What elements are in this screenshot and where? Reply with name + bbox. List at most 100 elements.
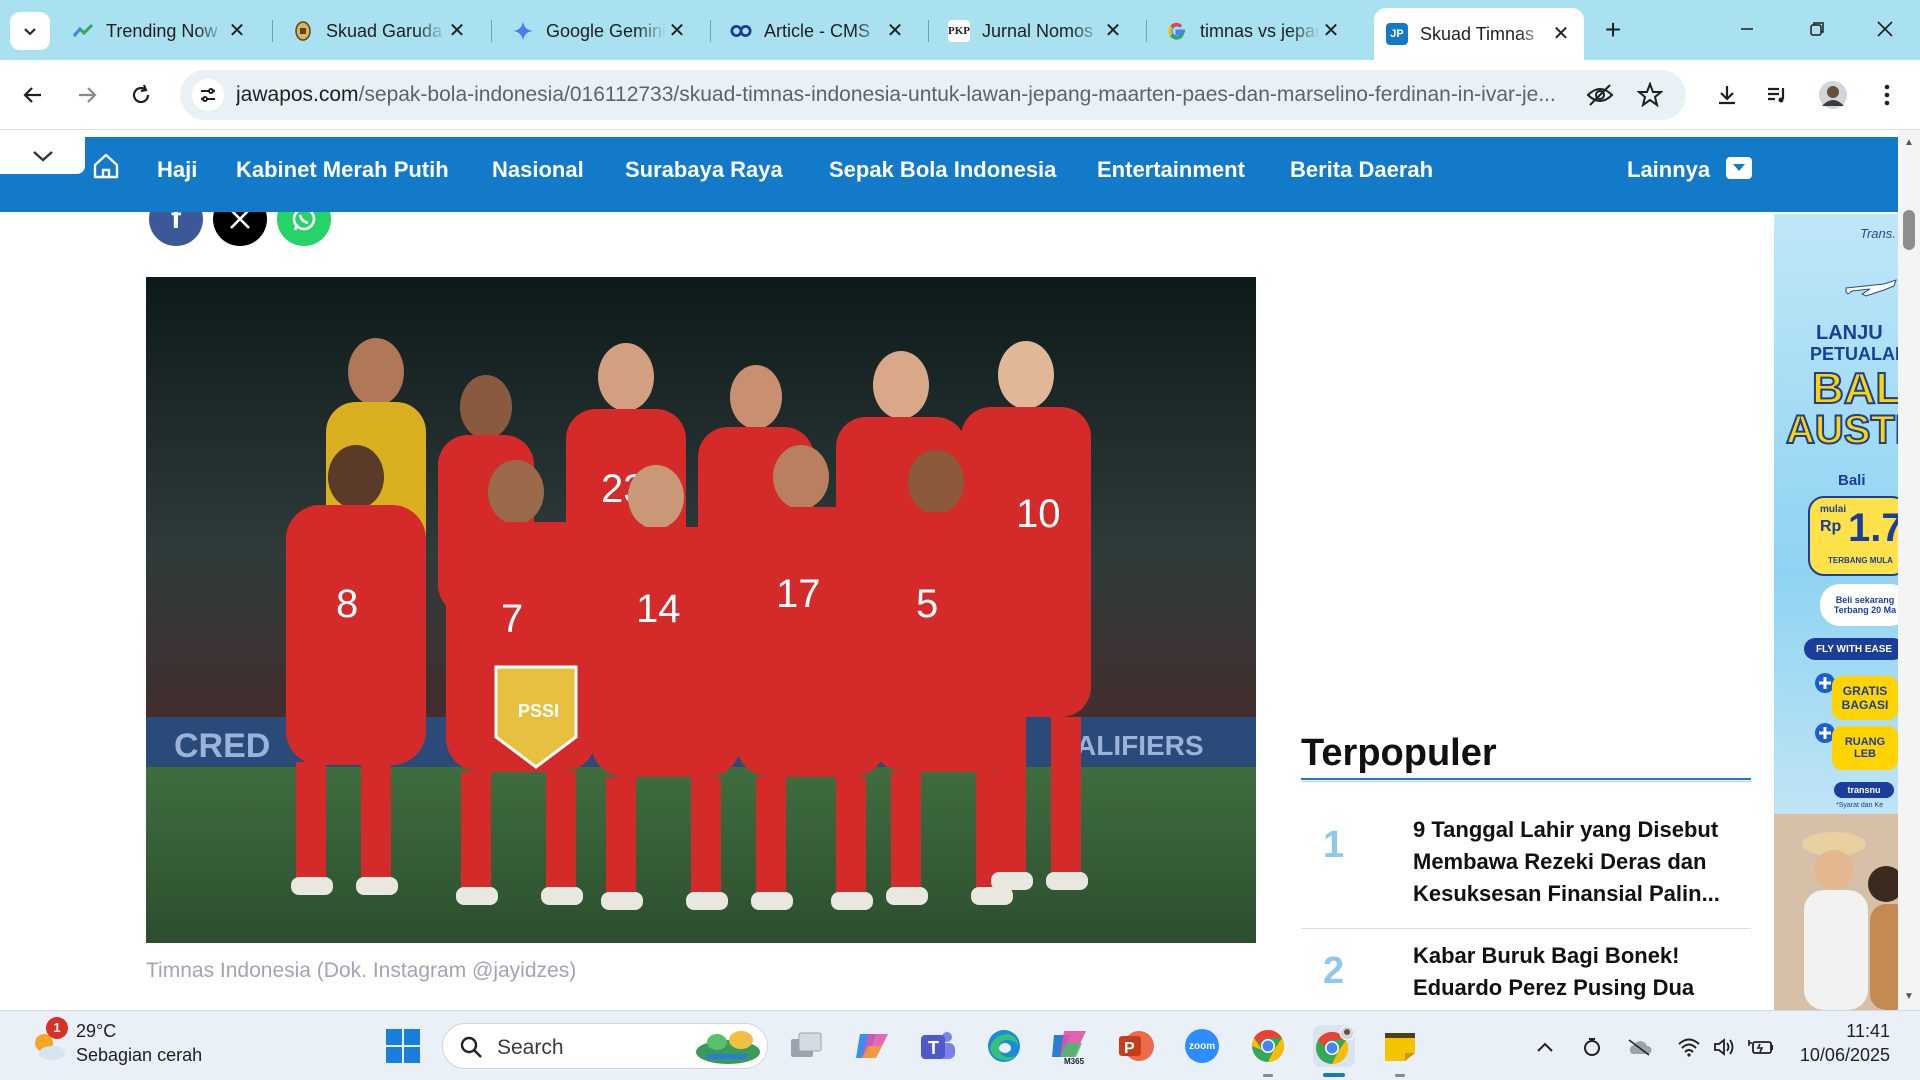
- tab-skuad-timnas[interactable]: JP Skuad Timnas ✕: [1374, 8, 1584, 60]
- chevron-up-icon: [1537, 1042, 1553, 1052]
- x-share-button[interactable]: [213, 212, 267, 246]
- nav-link-berita-daerah[interactable]: Berita Daerah: [1290, 157, 1433, 183]
- zoom-icon: zoom: [1185, 1029, 1219, 1063]
- tab-article-cms[interactable]: Article - CMS ✕: [718, 10, 918, 52]
- new-tab-button[interactable]: +: [1596, 14, 1630, 48]
- jersey-number: 8: [336, 582, 358, 626]
- tab-search-button[interactable]: [10, 12, 50, 50]
- popular-item[interactable]: 2 Kabar Buruk Bagi Bonek! Eduardo Perez …: [1301, 940, 1751, 1010]
- powerpoint-app[interactable]: P: [1115, 1025, 1157, 1067]
- close-tab-icon[interactable]: ✕: [1550, 23, 1572, 45]
- nav-link-sepak-bola-indonesia[interactable]: Sepak Bola Indonesia: [829, 157, 1056, 183]
- eye-off-icon[interactable]: [1586, 81, 1614, 109]
- facebook-share-button[interactable]: f: [149, 212, 203, 246]
- jersey-number: 14: [636, 587, 681, 631]
- sticky-notes-app[interactable]: [1379, 1025, 1421, 1077]
- edge-app[interactable]: [983, 1025, 1025, 1067]
- search-highlight-icon: [696, 1031, 760, 1064]
- ad-headline: LANJU: [1816, 322, 1883, 344]
- start-button[interactable]: [382, 1025, 424, 1067]
- restore-button[interactable]: [1794, 12, 1840, 46]
- profile-button[interactable]: [1812, 74, 1854, 116]
- scroll-up-icon[interactable]: ▲: [1903, 138, 1915, 148]
- ad-ruang-lebih: RUANG LEB: [1832, 726, 1898, 770]
- tab-google-gemini[interactable]: Google Gemini ✕: [500, 10, 700, 52]
- svg-text:T: T: [928, 1038, 939, 1058]
- zoom-app[interactable]: zoom: [1181, 1025, 1223, 1067]
- edge-icon: [988, 1030, 1020, 1062]
- url-text[interactable]: jawapos.com/sepak-bola-indonesia/0161127…: [236, 83, 1576, 107]
- popular-title[interactable]: 9 Tanggal Lahir yang Disebut Membawa Rez…: [1413, 814, 1748, 910]
- scroll-down-icon[interactable]: ▼: [1903, 992, 1915, 1002]
- close-tab-icon[interactable]: ✕: [1320, 20, 1342, 42]
- tab-skuad-garuda[interactable]: Skuad Garuda ✕: [280, 10, 480, 52]
- close-tab-icon[interactable]: ✕: [1102, 20, 1124, 42]
- scrollbar-thumb[interactable]: [1903, 210, 1915, 250]
- sync-status-icon[interactable]: [1579, 1035, 1605, 1059]
- teams-app[interactable]: T: [917, 1025, 959, 1067]
- popular-item[interactable]: 1 9 Tanggal Lahir yang Disebut Membawa R…: [1301, 814, 1751, 940]
- ad-couple-photo: [1774, 814, 1898, 1010]
- close-window-button[interactable]: [1862, 12, 1908, 46]
- taskbar-search-box[interactable]: Search: [442, 1023, 768, 1069]
- task-view-app[interactable]: [785, 1025, 827, 1067]
- article-photo[interactable]: CRED ALIFIERS 23 10 8 7 PSSI 14 17 5: [146, 277, 1256, 943]
- nav-link-haji[interactable]: Haji: [157, 157, 197, 183]
- svg-text:zoom: zoom: [1189, 1041, 1215, 1052]
- nav-link-nasional[interactable]: Nasional: [492, 157, 584, 183]
- site-info-button[interactable]: [192, 79, 224, 111]
- onedrive-icon[interactable]: [1626, 1035, 1652, 1059]
- tab-title: Skuad Garuda: [326, 20, 443, 41]
- show-hidden-icons-button[interactable]: [1532, 1035, 1558, 1059]
- tab-trending-now[interactable]: Trending Now ✕: [60, 10, 260, 52]
- jp-icon: JP: [1386, 23, 1408, 45]
- close-tab-icon[interactable]: ✕: [666, 20, 688, 42]
- copilot-app[interactable]: [851, 1025, 893, 1067]
- m365-app[interactable]: M365: [1049, 1025, 1091, 1067]
- advertisement-banner[interactable]: Trans. LANJU PETUALAN BALI AUSTR Bali mu…: [1774, 214, 1898, 1010]
- nav-link-kabinet-merah-putih[interactable]: Kabinet Merah Putih: [236, 157, 449, 183]
- chrome-profile-app[interactable]: [1313, 1025, 1355, 1077]
- back-button[interactable]: [12, 74, 54, 116]
- close-tab-icon[interactable]: ✕: [446, 20, 468, 42]
- close-tab-icon[interactable]: ✕: [884, 20, 906, 42]
- nav-link-lainnya[interactable]: Lainnya: [1627, 157, 1710, 183]
- tune-icon: [201, 88, 215, 102]
- popular-title[interactable]: Kabar Buruk Bagi Bonek! Eduardo Perez Pu…: [1413, 940, 1748, 1004]
- tab-timnas-vs-jepang[interactable]: timnas vs jepang ✕: [1154, 10, 1354, 52]
- browser-menu-button[interactable]: [1866, 74, 1908, 116]
- downloads-button[interactable]: [1706, 74, 1748, 116]
- weather-widget[interactable]: 1 29°C Sebagian cerah: [0, 1011, 220, 1080]
- collapse-header-button[interactable]: [0, 137, 85, 174]
- media-control-button[interactable]: [1756, 74, 1798, 116]
- wifi-icon[interactable]: [1676, 1035, 1702, 1059]
- reload-button[interactable]: [120, 74, 162, 116]
- teams-icon: T: [921, 1032, 955, 1059]
- close-tab-icon[interactable]: ✕: [226, 20, 248, 42]
- ad-price-prefix: mulai: [1820, 504, 1847, 515]
- caret-down-icon[interactable]: [1726, 157, 1752, 179]
- whatsapp-share-button[interactable]: [277, 212, 331, 246]
- jersey-number: 10: [1016, 492, 1061, 536]
- popular-rank: 2: [1323, 950, 1345, 992]
- url-path: /sepak-bola-indonesia/016112733/skuad-ti…: [358, 83, 1556, 106]
- home-icon[interactable]: [92, 152, 120, 180]
- browser-toolbar: jawapos.com/sepak-bola-indonesia/0161127…: [0, 60, 1920, 130]
- tab-title: Article - CMS: [764, 20, 871, 41]
- minimize-icon: [1741, 28, 1753, 30]
- pkp-icon: PKP: [948, 20, 970, 42]
- close-icon: [1877, 21, 1893, 37]
- browser-tab-strip: Trending Now ✕ Skuad Garuda ✕ Google Gem…: [0, 0, 1920, 60]
- volume-icon[interactable]: [1712, 1035, 1738, 1059]
- bookmark-star-icon[interactable]: [1636, 81, 1664, 109]
- nav-link-entertainment[interactable]: Entertainment: [1097, 157, 1245, 183]
- chrome-app[interactable]: [1247, 1025, 1289, 1077]
- banner-text-right: ALIFIERS: [1076, 730, 1204, 761]
- tab-jurnal-nomos[interactable]: PKP Jurnal Nomos ✕: [936, 10, 1136, 52]
- nav-link-surabaya-raya[interactable]: Surabaya Raya: [625, 157, 783, 183]
- forward-button[interactable]: [66, 74, 108, 116]
- address-bar[interactable]: jawapos.com/sepak-bola-indonesia/0161127…: [180, 70, 1686, 120]
- photo-caption: Timnas Indonesia (Dok. Instagram @jayidz…: [146, 959, 577, 982]
- page-scrollbar[interactable]: ▲ ▼: [1898, 130, 1920, 1010]
- minimize-button[interactable]: [1724, 12, 1770, 46]
